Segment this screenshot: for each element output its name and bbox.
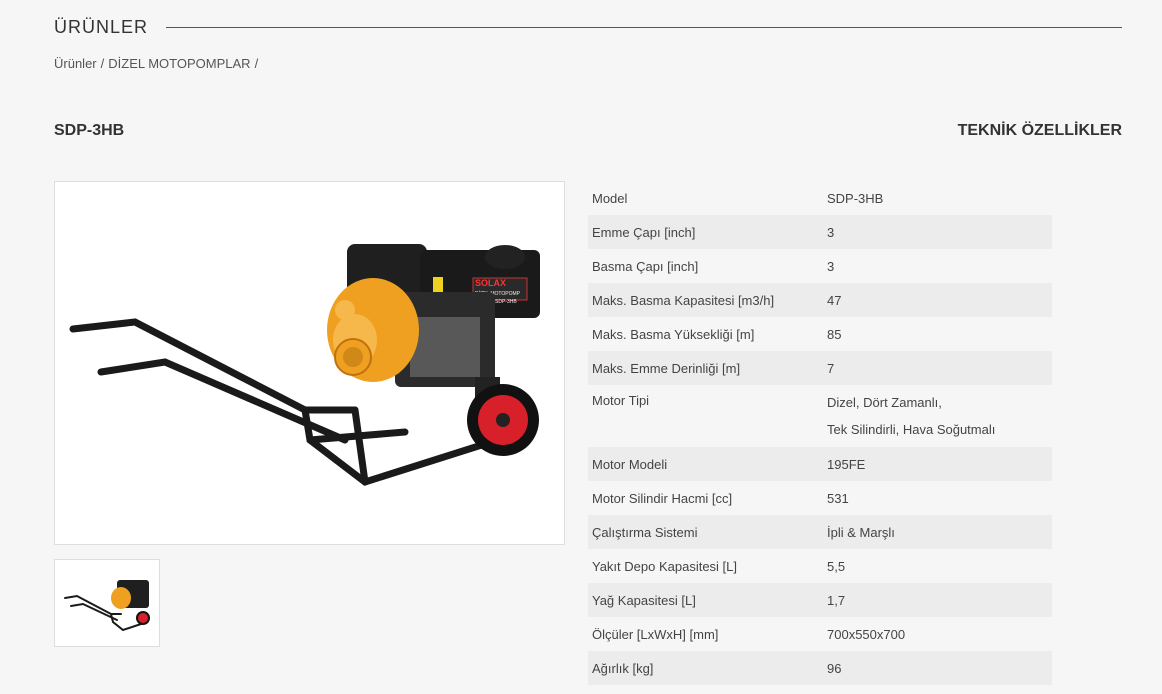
spec-key: Emme Çapı [inch] [592,224,696,240]
section-header: ÜRÜNLER [54,14,1122,40]
spec-key: Yağ Kapasitesi [L] [592,592,696,608]
breadcrumb-separator: / [254,56,259,71]
spec-key: Motor Modeli [592,456,668,472]
spec-row: Ağırlık [kg] 96 [588,651,1052,685]
spec-value: 700x550x700 [827,626,906,642]
spec-value-multiline: Dizel, Dört Zamanlı, Tek Silindirli, Hava… [823,385,1052,447]
motopump-thumbnail-illustration [64,580,150,632]
spec-row: Motor Tipi Dizel, Dört Zamanlı, Tek Silind… [588,385,1052,447]
spec-value: 531 [827,490,849,506]
brand-text: SOLAX [475,278,506,288]
spec-row: Ölçüler [LxWxH] [mm] 700x550x700 [588,617,1052,651]
spec-key: Maks. Basma Kapasitesi [m3/h] [592,292,775,308]
product-main-image[interactable]: SOLAX DİZEL MOTOPOMP SDP-3HB [54,181,565,545]
product-title: SDP-3HB [54,122,125,139]
spec-row: Maks. Basma Kapasitesi [m3/h] 47 [588,283,1052,317]
breadcrumb-separator: / [100,56,105,71]
specs-heading: TEKNİK ÖZELLİKLER [957,122,1122,139]
spec-row: Yağ Kapasitesi [L] 1,7 [588,583,1052,617]
spec-value: 1,7 [827,592,846,608]
motopump-illustration: SOLAX DİZEL MOTOPOMP SDP-3HB [69,244,540,486]
spec-row: Maks. Basma Yüksekliği [m] 85 [588,317,1052,351]
spec-row: Maks. Emme Derinliği [m] 7 [588,351,1052,385]
breadcrumb: Ürünler / DİZEL MOTOPOMPLAR / [54,56,262,71]
spec-value: 3 [827,224,835,240]
spec-value: 5,5 [827,558,846,574]
spec-key: Maks. Basma Yüksekliği [m] [592,326,755,342]
breadcrumb-link-dizel-motopomplar[interactable]: DİZEL MOTOPOMPLAR [108,56,250,71]
spec-key: Motor Tipi [592,393,650,408]
spec-key: Basma Çapı [inch] [592,258,699,274]
spec-key: Maks. Emme Derinliği [m] [592,360,741,376]
spec-key: Yakıt Depo Kapasitesi [L] [592,558,738,574]
spec-value: İpli & Marşlı [827,524,895,540]
spec-value: 195FE [827,456,866,472]
spec-value: 96 [827,660,842,676]
spec-value: 85 [827,326,842,342]
spec-key: Model [592,190,628,206]
spec-value: 47 [827,292,842,308]
spec-key: Motor Silindir Hacmi [cc] [592,490,733,506]
product-thumbnail[interactable] [54,559,160,647]
spec-key: Ağırlık [kg] [592,660,654,676]
spec-row: Basma Çapı [inch] 3 [588,249,1052,283]
spec-row: Yakıt Depo Kapasitesi [L] 5,5 [588,549,1052,583]
spec-value-line-2: Tek Silindirli, Hava Soğutmalı [827,422,996,437]
spec-value: 7 [827,360,835,376]
spec-value: SDP-3HB [827,190,884,206]
breadcrumb-link-urunler[interactable]: Ürünler [54,56,97,71]
model-label-text: SDP-3HB [495,299,517,305]
section-title: ÜRÜNLER [54,16,149,37]
section-divider [166,26,1122,28]
spec-key: Çalıştırma Sistemi [592,524,698,540]
spec-row: Motor Silindir Hacmi [cc] 531 [588,481,1052,515]
spec-value-line-1: Dizel, Dört Zamanlı, [827,395,942,410]
spec-row: Emme Çapı [inch] 3 [588,215,1052,249]
spec-row: Model SDP-3HB [588,181,1052,215]
spec-key: Ölçüler [LxWxH] [mm] [592,626,719,642]
spec-row: Çalıştırma Sistemi İpli & Marşlı [588,515,1052,549]
specs-table: Model SDP-3HB Emme Çapı [inch] 3 Basma Çap… [588,181,1052,685]
spec-row: Motor Modeli 195FE [588,447,1052,481]
spec-value: 3 [827,258,835,274]
